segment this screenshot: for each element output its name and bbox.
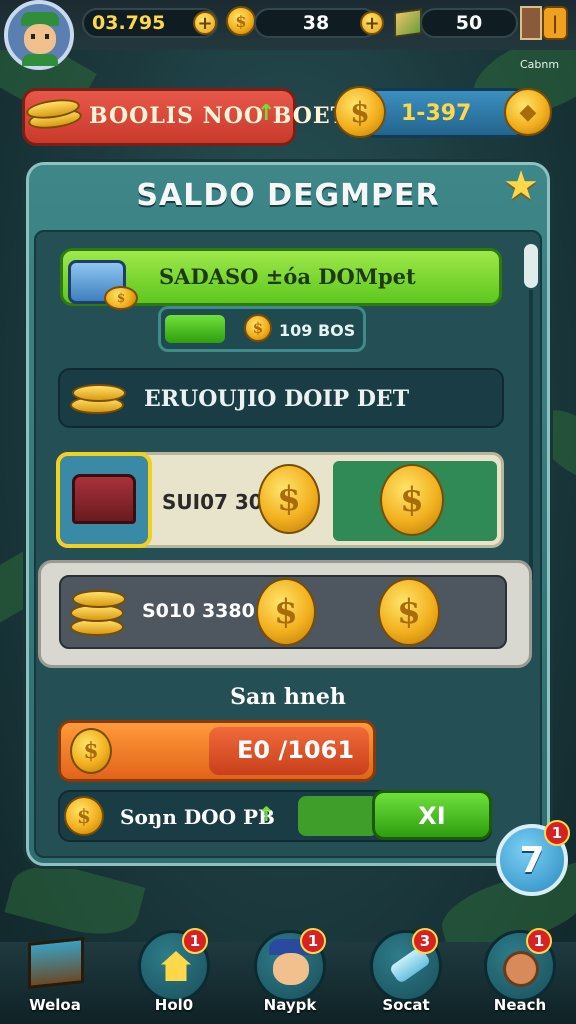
nav-shop-button[interactable] xyxy=(20,930,92,1002)
notification-badge: 1 xyxy=(300,928,326,954)
currency-3-value: 50 xyxy=(455,12,483,34)
menu-button[interactable]: | xyxy=(542,6,568,40)
collect-button[interactable]: XI xyxy=(372,790,492,840)
coin-icon: $ xyxy=(244,314,272,342)
coin-icon: $ xyxy=(378,578,440,646)
coin-stack-icon xyxy=(72,384,126,402)
coin-icon: $ xyxy=(334,86,386,138)
scrollbar-thumb[interactable] xyxy=(524,244,538,288)
coin-icon: $ xyxy=(380,464,444,536)
coin-icon: $ xyxy=(226,6,256,36)
coin-stack-icon xyxy=(72,590,126,608)
section-label: San hneh xyxy=(230,684,346,710)
deposit-info-label: ERUOUJIO DOIP DET xyxy=(144,386,410,412)
currency-2-value: 38 xyxy=(302,12,330,34)
green-progress-fill xyxy=(298,796,378,836)
shop-basket-icon xyxy=(28,937,84,989)
player-avatar[interactable] xyxy=(4,0,74,70)
notification-badge: 1 xyxy=(526,928,552,954)
chest-slot xyxy=(56,452,152,548)
house-icon xyxy=(161,951,191,981)
nav-label: Weloa xyxy=(29,996,81,1014)
panel-title: SALDO DEGMPER xyxy=(136,178,440,213)
orange-value: E0 /1061 xyxy=(237,736,355,764)
bonus-banner-label: BOOLIS NOO BOET xyxy=(89,103,349,129)
notification-badge: 3 xyxy=(412,928,438,954)
treasure-chest-icon xyxy=(72,474,136,524)
up-arrow-icon: ↑ xyxy=(258,802,275,826)
coin-icon: $ xyxy=(64,796,104,836)
nav-label: Socat xyxy=(382,996,430,1014)
coin-icon: $ xyxy=(104,286,138,310)
deposit-banner-label: SADASO ±óa DOMpet xyxy=(159,264,416,289)
coin-balance-value: 1-397 xyxy=(401,101,472,126)
add-coins-button[interactable]: ◆ xyxy=(504,88,552,136)
coin-icon: $ xyxy=(70,728,112,774)
chest-icon xyxy=(394,8,422,38)
coin-balance-box: 1-397 xyxy=(364,88,526,138)
nav-label: Hol0 xyxy=(154,996,194,1014)
scrollbar-track xyxy=(529,290,533,580)
nav-label: Neach xyxy=(493,996,547,1014)
up-arrow-icon: ↑ xyxy=(257,101,276,126)
corner-label: Cabnm xyxy=(520,58,560,71)
add-currency-2-button[interactable]: + xyxy=(360,11,384,35)
help-number: 7 xyxy=(519,840,545,881)
add-currency-1-button[interactable]: + xyxy=(193,11,217,35)
notification-badge: 1 xyxy=(182,928,208,954)
coin-reward-value: S010 3380 xyxy=(142,600,255,622)
deposit-progress-fill xyxy=(165,315,225,343)
currency-1-value: 03.795 xyxy=(92,12,166,34)
currency-counter-3: 50 xyxy=(420,8,518,38)
chest-reward-value: SUI07 30 xyxy=(162,490,263,514)
deposit-progress-value: 109 BOS xyxy=(279,321,356,340)
coin-icon: $ xyxy=(258,464,320,534)
deposit-info-row[interactable]: ERUOUJIO DOIP DET xyxy=(58,368,504,428)
notification-badge: 1 xyxy=(544,820,570,846)
coin-icon: $ xyxy=(256,578,316,646)
collect-button-label: XI xyxy=(418,802,446,830)
character-face-icon xyxy=(273,953,309,985)
star-icon: ★ xyxy=(503,163,539,209)
green-row-label: Soŋn DOO PB xyxy=(120,805,275,829)
nav-label: Naypk xyxy=(263,996,317,1014)
pet-face-icon xyxy=(503,951,539,987)
character-card-icon[interactable] xyxy=(520,6,542,40)
background-leaf xyxy=(4,854,146,946)
